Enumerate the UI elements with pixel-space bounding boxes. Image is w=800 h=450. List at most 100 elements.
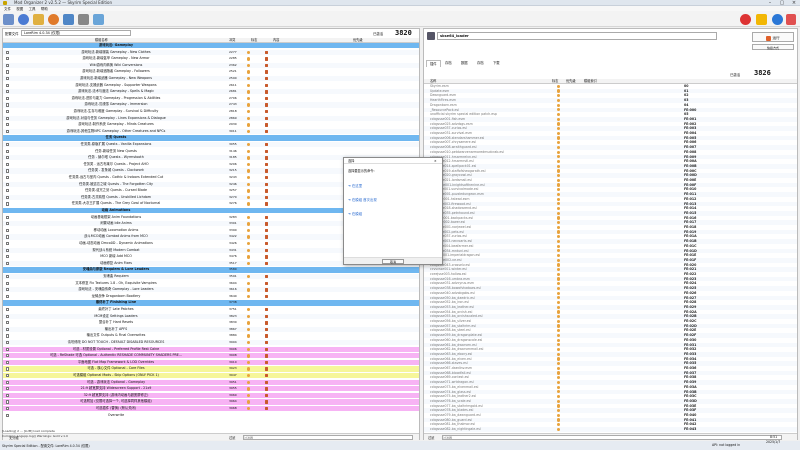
mod-checkbox[interactable] [6, 90, 10, 94]
mod-checkbox[interactable] [6, 143, 10, 147]
dialog-option-first[interactable]: ➔ 在模组 首次出现 [348, 196, 438, 204]
mod-checkbox[interactable] [6, 374, 10, 378]
mod-row[interactable]: 游戏玩法-新增盔甲 Gameplay - New Armor 2285 [3, 56, 419, 62]
mod-row[interactable]: 游戏玩法-新增追随者 Gameplay - Followers 2521 [3, 69, 419, 75]
tab-plugins[interactable]: 插件 [426, 60, 441, 67]
mod-checkbox[interactable] [6, 195, 10, 200]
mod-row[interactable]: Overwrite [3, 412, 419, 418]
mod-checkbox[interactable] [6, 103, 10, 107]
mod-row[interactable]: 可选插件 (替换) (默认关闭) 3968 [3, 406, 419, 412]
mod-checkbox[interactable] [6, 70, 10, 74]
mod-checkbox[interactable] [6, 360, 10, 365]
separator-row[interactable]: 游戏玩法: Gameplay [3, 43, 419, 49]
mod-row[interactable]: 可选模组 Optional Mods - Skip Options (ONLY … [3, 373, 419, 379]
mod-checkbox[interactable] [6, 380, 10, 384]
mod-row[interactable]: 输出补丁 APFS 3867 [3, 326, 419, 333]
mod-checkbox[interactable] [6, 334, 10, 338]
mod-checkbox[interactable] [6, 169, 10, 173]
mod-checkbox[interactable] [6, 294, 10, 299]
update-icon[interactable] [786, 14, 796, 25]
mod-row[interactable]: 游戏玩法-其他生物NPC Gameplay - Other Creatures … [3, 128, 419, 135]
plugin-filter-input[interactable] [442, 435, 782, 440]
mod-row[interactable]: 游戏玩法-法术与魔法 Gameplay - Spells & Magic 2681 [3, 89, 419, 95]
mod-row[interactable]: 游戏玩法-对话与任务 Gameplay - Lines Expansions &… [3, 115, 419, 121]
mod-row[interactable]: 游戏玩法-新增武器 Gameplay - New Weapons 2590 [3, 76, 419, 82]
mod-row[interactable]: MCM设定 Settings Loaders 3823 [3, 313, 419, 319]
mod-checkbox[interactable] [6, 321, 10, 325]
mod-checkbox[interactable] [6, 288, 10, 292]
mod-row[interactable]: 整合补丁 Hard Resets 3830 [3, 320, 419, 326]
mod-row[interactable]: 32:9 超宽屏支持 (游戏内动画与超宽屏修正) 3960 [3, 392, 419, 399]
mod-row[interactable]: 任务-新增任务 New Quests 3146 [3, 148, 419, 154]
mod-row[interactable]: 请勿修改 DO NOT TOUCH - DEFAULT DISABLED RES… [3, 340, 419, 346]
profile-icon[interactable] [18, 14, 29, 25]
mod-checkbox[interactable] [6, 367, 10, 371]
tab-data[interactable]: 数据 [458, 60, 471, 66]
mod-checkbox[interactable] [6, 182, 10, 186]
mod-checkbox[interactable] [6, 156, 10, 160]
mod-checkbox[interactable] [6, 327, 10, 332]
help-icon[interactable] [772, 14, 783, 25]
mod-checkbox[interactable] [6, 116, 10, 120]
mod-checkbox[interactable] [6, 341, 10, 345]
profile-select[interactable]: LoreRim 4.0.34 (仅限) [21, 30, 131, 36]
mod-checkbox[interactable] [6, 215, 10, 219]
separator-row[interactable]: 任务 Quests [3, 135, 419, 141]
settings-icon[interactable] [93, 14, 104, 25]
mod-checkbox[interactable] [6, 347, 10, 351]
nexus-icon[interactable] [48, 14, 59, 25]
mod-checkbox[interactable] [6, 129, 10, 134]
mod-checkbox[interactable] [6, 202, 10, 206]
mod-row[interactable]: 可选 - 核心文件 Optional - Core Files 3923 [3, 366, 419, 372]
mod-checkbox[interactable] [6, 275, 10, 279]
mod-checkbox[interactable] [6, 354, 10, 358]
mod-row[interactable]: 可选 - ReShade 可选 Optional - Authentic RES… [3, 353, 419, 359]
dialog-close-icon[interactable]: × [434, 158, 437, 164]
mod-checkbox[interactable] [6, 228, 10, 233]
mod-checkbox[interactable] [6, 57, 10, 61]
mod-checkbox[interactable] [6, 149, 10, 153]
executables-icon[interactable] [63, 14, 74, 25]
dialog-cancel-button[interactable]: 取消 [382, 259, 404, 264]
shortcut-button[interactable]: 快捷方式 [752, 44, 794, 50]
install-mod-icon[interactable] [33, 14, 44, 25]
mod-row[interactable]: 可选 - 游戏玩法 Optional - Gameplay 3951 [3, 379, 419, 385]
tab-saves[interactable]: 存档 [474, 60, 487, 66]
mod-row[interactable]: 游戏玩法-进阶与能力 Gameplay - Progression & Abil… [3, 95, 419, 102]
mod-checkbox[interactable] [6, 400, 10, 404]
mod-checkbox[interactable] [6, 407, 10, 411]
mod-checkbox[interactable] [6, 222, 10, 226]
dialog-option-here[interactable]: ➔ 在这里 [348, 182, 438, 190]
mod-checkbox[interactable] [6, 261, 10, 266]
separator-row[interactable]: 安魂曲与原版 Requiem & Lore Leaders 3580 [3, 267, 419, 273]
mod-checkbox[interactable] [6, 387, 10, 391]
mod-checkbox[interactable] [6, 255, 10, 259]
tab-downloads[interactable]: 下载 [490, 60, 503, 66]
mod-checkbox[interactable] [6, 413, 10, 417]
tools-icon[interactable] [78, 14, 89, 25]
mod-row[interactable]: 21:9 超宽屏支持 Widescreen Support - 21x9 3955 [3, 386, 419, 392]
mod-checkbox[interactable] [6, 123, 10, 127]
mod-checkbox[interactable] [6, 314, 10, 318]
run-button[interactable]: 运行 [752, 32, 794, 42]
mod-checkbox[interactable] [6, 110, 10, 114]
mod-checkbox[interactable] [6, 63, 10, 68]
mod-row[interactable]: 游戏玩法-制作系统 Gameplay - Minds Creatures 2930 [3, 122, 419, 128]
mod-filter-input[interactable] [243, 435, 413, 440]
mod-row[interactable]: 游戏玩法-新增服装 Gameplay - New Clothes 2277 [3, 49, 419, 55]
mod-row[interactable]: 游戏玩法 - 安魂曲传奇 Gameplay - Lore Leaders 3616 [3, 287, 419, 293]
mod-row[interactable]: 游戏玩法-生存与难度 Gameplay - Survival & Difficu… [3, 109, 419, 115]
mod-row[interactable]: 最终补丁 Late Patches 3751 [3, 307, 419, 313]
dialog-option-mod[interactable]: ➔ 在模组 [348, 210, 438, 218]
mod-checkbox[interactable] [6, 248, 10, 252]
mod-checkbox[interactable] [6, 235, 10, 239]
instance-icon[interactable] [3, 14, 14, 25]
mod-row[interactable]: 文本修复 Fix Textures 1.8 - Oh, Exquisite Va… [3, 280, 419, 286]
mod-row[interactable]: 安魂曲 Requiem 3591 [3, 274, 419, 280]
mod-checkbox[interactable] [6, 393, 10, 398]
mod-checkbox[interactable] [6, 281, 10, 285]
mod-row[interactable]: Wiki游戏内转换 Wiki Conversions 2362 [3, 62, 419, 69]
mod-row[interactable]: 可选 - 材质设置 Optional - Preferred Profile R… [3, 346, 419, 352]
tab-archives[interactable]: 存档 [442, 60, 455, 66]
mod-row[interactable]: 龙骑战争 Dragonborn Bootlery 3640 [3, 293, 419, 300]
